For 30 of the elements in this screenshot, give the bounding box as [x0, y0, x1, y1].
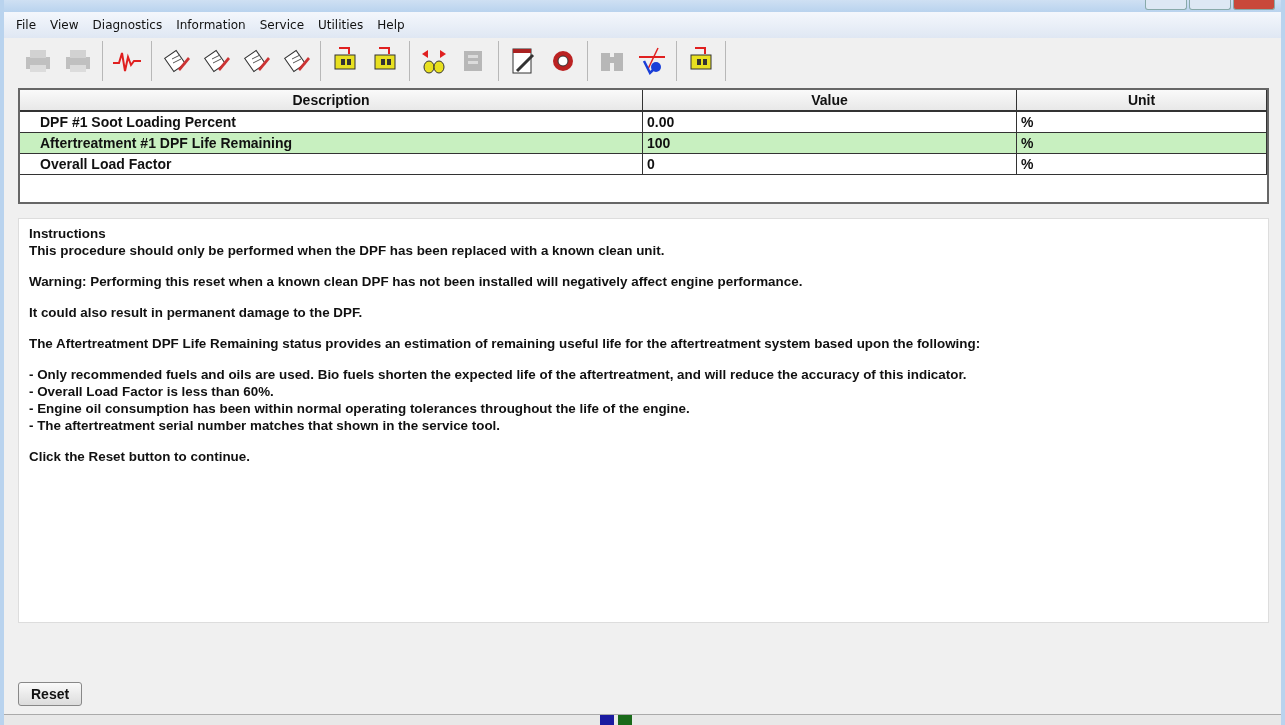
- table-cell[interactable]: Aftertreatment #1 DPF Life Remaining: [20, 133, 643, 154]
- column-header[interactable]: Unit: [1017, 90, 1267, 112]
- column-header[interactable]: Value: [643, 90, 1017, 112]
- table-cell[interactable]: 100: [643, 133, 1017, 154]
- table-cell[interactable]: %: [1017, 154, 1267, 175]
- table-cell[interactable]: 0: [643, 154, 1017, 175]
- reset-button[interactable]: Reset: [18, 682, 83, 706]
- menu-item[interactable]: Information: [170, 16, 252, 34]
- menu-item[interactable]: View: [44, 16, 85, 34]
- instructions-title: Instructions: [29, 225, 107, 242]
- status-icon: [618, 715, 632, 725]
- instruction-text: Warning: Performing this reset when a known clean DPF has not been installed will negatively affect engine performance.: [29, 273, 804, 290]
- menu-item[interactable]: Help: [371, 16, 411, 34]
- table-cell[interactable]: %: [1017, 133, 1267, 154]
- instruction-text: Click the Reset button to continue.: [29, 448, 251, 465]
- menu-item[interactable]: Service: [253, 16, 311, 34]
- instruction-text: - Engine oil consumption has been within normal operating tolerances throughout the life of the engine.: [29, 400, 691, 417]
- antenna-icon: [636, 45, 668, 77]
- menu-item[interactable]: File: [10, 16, 43, 34]
- instruction-text: This procedure should only be performed when the DPF has been replaced with a known clean unit.: [29, 242, 666, 259]
- instruction-text: It could also result in permanent damage to the DPF.: [29, 304, 364, 321]
- instruction-text: - Only recommended fuels and oils are used. Bio fuels shorten the expected life of the aftertreatment, and will reduce the accuracy of this indicator.: [29, 366, 968, 383]
- menu-item[interactable]: Diagnostics: [86, 16, 169, 34]
- menu-item[interactable]: Utilities: [312, 16, 370, 34]
- table-cell[interactable]: Overall Load Factor: [20, 154, 643, 175]
- column-header[interactable]: Description: [20, 90, 643, 112]
- instruction-text: - The aftertreatment serial number matches that shown in the service tool.: [29, 417, 502, 434]
- status-icon: [600, 715, 614, 725]
- instruction-text: - Overall Load Factor is less than 60%.: [29, 383, 275, 400]
- instruction-text: The Aftertreatment DPF Life Remaining status provides an estimation of remaining useful life for the aftertreatment system based upon the following:: [29, 335, 982, 352]
